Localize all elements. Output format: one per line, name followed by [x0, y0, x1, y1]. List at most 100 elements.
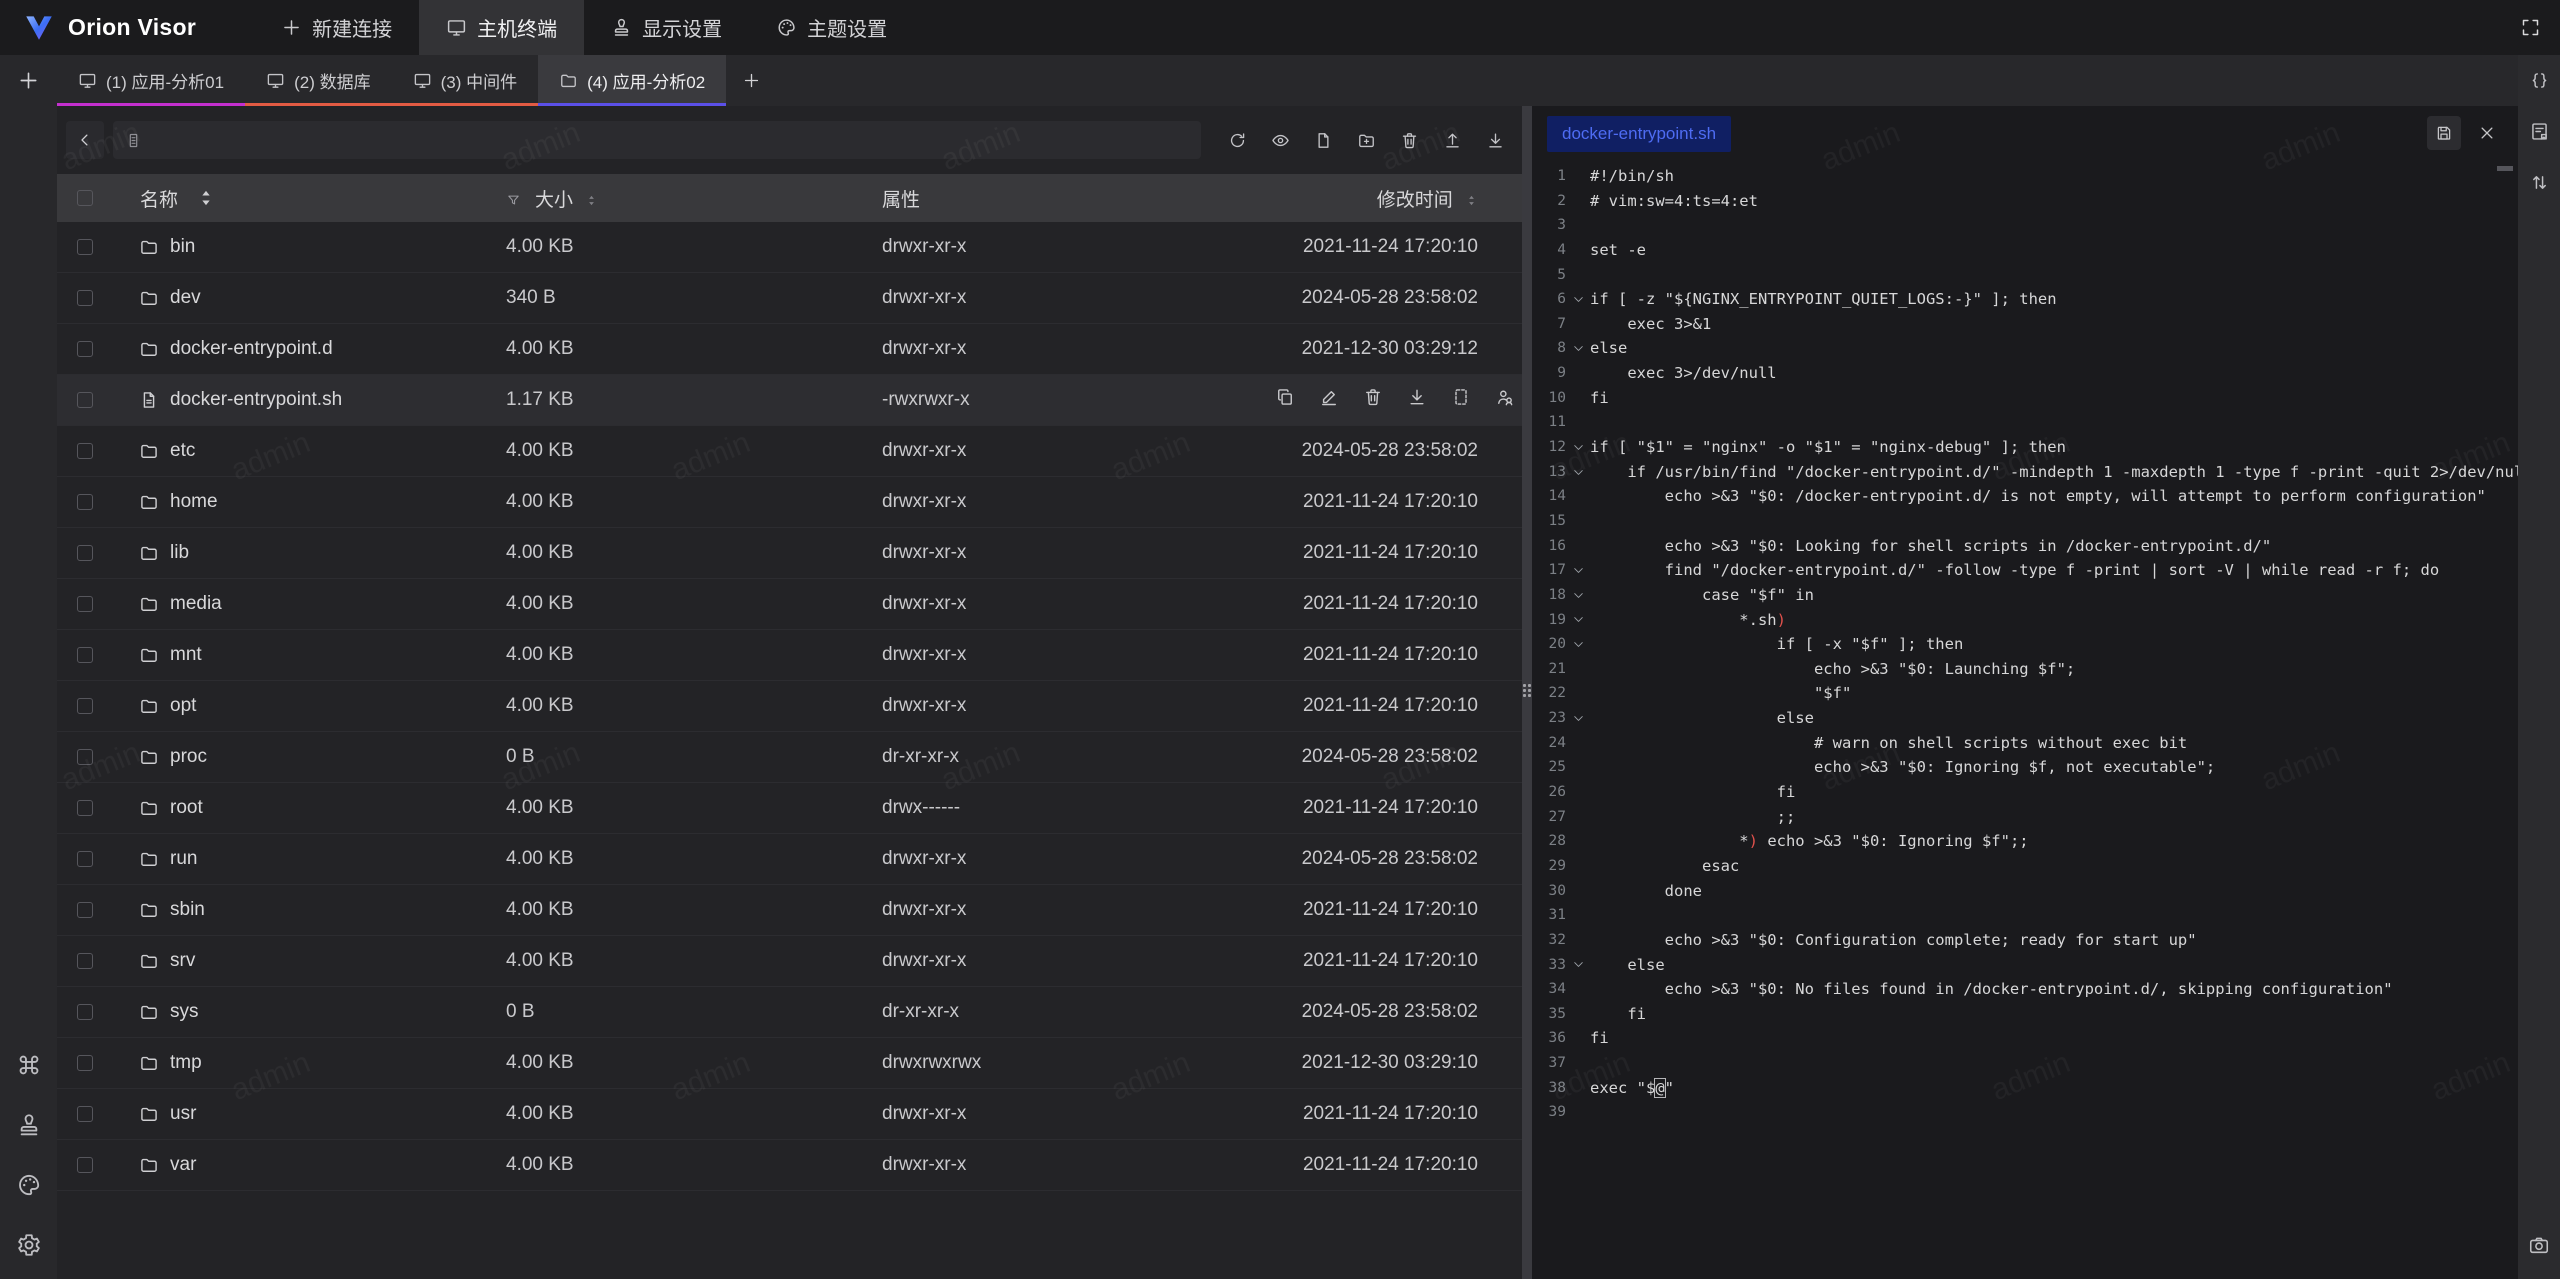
table-row[interactable]: srv4.00 KBdrwxr-xr-x2021-11-24 17:20:10	[57, 936, 1522, 987]
fold-chevron-down-icon[interactable]	[1566, 293, 1590, 306]
tab-(4) 应用-分析02[interactable]: (4) 应用-分析02	[538, 55, 726, 106]
fold-chevron-down-icon[interactable]	[1566, 589, 1590, 602]
select-all-checkbox[interactable]	[77, 190, 93, 206]
row-checkbox[interactable]	[77, 851, 93, 867]
row-checkbox[interactable]	[77, 290, 93, 306]
braces-button[interactable]	[2518, 55, 2560, 106]
file-name-cell[interactable]: proc	[113, 746, 479, 768]
new-tab-button[interactable]	[726, 55, 776, 106]
move-action-button[interactable]	[1451, 387, 1471, 413]
table-row[interactable]: proc0 Bdr-xr-xr-x2024-05-28 23:58:02	[57, 732, 1522, 783]
column-header-name[interactable]: 名称	[113, 185, 479, 212]
gear-button[interactable]	[16, 1232, 42, 1263]
table-row[interactable]: bin4.00 KBdrwxr-xr-x2021-11-24 17:20:10	[57, 222, 1522, 273]
row-checkbox[interactable]	[77, 341, 93, 357]
fold-chevron-down-icon[interactable]	[1566, 564, 1590, 577]
refresh-button[interactable]	[1218, 121, 1256, 159]
file-name-cell[interactable]: docker-entrypoint.sh	[113, 389, 479, 411]
chevron-down-icon[interactable]	[1572, 613, 1585, 626]
column-header-mtime[interactable]: 修改时间	[1275, 185, 1522, 212]
chevron-down-icon[interactable]	[1572, 342, 1585, 355]
sort-icon[interactable]	[196, 188, 216, 208]
fold-chevron-down-icon[interactable]	[1566, 712, 1590, 725]
file-name-cell[interactable]: run	[113, 848, 479, 870]
new-folder-button[interactable]	[1347, 121, 1385, 159]
row-checkbox[interactable]	[77, 443, 93, 459]
fold-chevron-down-icon[interactable]	[1566, 638, 1590, 651]
table-row[interactable]: sys0 Bdr-xr-xr-x2024-05-28 23:58:02	[57, 987, 1522, 1038]
divider-grip-handle[interactable]	[1523, 684, 1531, 697]
command-button[interactable]	[16, 1052, 42, 1083]
chevron-down-icon[interactable]	[1572, 441, 1585, 454]
back-button[interactable]	[66, 121, 104, 159]
fold-chevron-down-icon[interactable]	[1566, 958, 1590, 971]
fullscreen-button[interactable]	[2511, 0, 2549, 55]
chevron-down-icon[interactable]	[1572, 466, 1585, 479]
file-name-cell[interactable]: opt	[113, 695, 479, 717]
table-row[interactable]: mnt4.00 KBdrwxr-xr-x2021-11-24 17:20:10	[57, 630, 1522, 681]
table-row[interactable]: lib4.00 KBdrwxr-xr-x2021-11-24 17:20:10	[57, 528, 1522, 579]
doc-bookmark-button[interactable]	[2518, 106, 2560, 157]
fold-chevron-down-icon[interactable]	[1566, 466, 1590, 479]
tab-(2) 数据库[interactable]: (2) 数据库	[245, 55, 392, 106]
file-name-cell[interactable]: srv	[113, 950, 479, 972]
filter-icon[interactable]	[506, 193, 521, 208]
row-checkbox[interactable]	[77, 545, 93, 561]
download-button[interactable]	[1476, 121, 1514, 159]
fold-chevron-down-icon[interactable]	[1566, 613, 1590, 626]
file-name-cell[interactable]: var	[113, 1154, 479, 1176]
chevron-down-icon[interactable]	[1572, 589, 1585, 602]
trash-action-button[interactable]	[1363, 387, 1383, 413]
upload-button[interactable]	[1433, 121, 1471, 159]
trash-button[interactable]	[1390, 121, 1428, 159]
download-action-button[interactable]	[1407, 387, 1427, 413]
file-name-cell[interactable]: tmp	[113, 1052, 479, 1074]
table-row[interactable]: opt4.00 KBdrwxr-xr-x2021-11-24 17:20:10	[57, 681, 1522, 732]
open-file-tab[interactable]: docker-entrypoint.sh	[1547, 116, 1731, 152]
row-checkbox[interactable]	[77, 902, 93, 918]
nav-item-主机终端[interactable]: 主机终端	[419, 0, 584, 55]
file-name-cell[interactable]: sys	[113, 1001, 479, 1023]
copy-action-button[interactable]	[1275, 387, 1295, 413]
fullscreen-icon[interactable]	[2520, 17, 2541, 38]
chevron-down-icon[interactable]	[1572, 293, 1585, 306]
row-checkbox[interactable]	[77, 239, 93, 255]
sort-icon[interactable]	[585, 194, 598, 207]
row-checkbox[interactable]	[77, 392, 93, 408]
row-checkbox[interactable]	[77, 1106, 93, 1122]
fold-chevron-down-icon[interactable]	[1566, 342, 1590, 355]
file-name-cell[interactable]: media	[113, 593, 479, 615]
nav-item-显示设置[interactable]: 显示设置	[584, 0, 749, 55]
row-checkbox[interactable]	[77, 1055, 93, 1071]
plus-icon[interactable]	[17, 69, 40, 92]
stamp-button[interactable]	[16, 1112, 42, 1143]
table-row[interactable]: docker-entrypoint.d4.00 KBdrwxr-xr-x2021…	[57, 324, 1522, 375]
table-row[interactable]: media4.00 KBdrwxr-xr-x2021-11-24 17:20:1…	[57, 579, 1522, 630]
table-row[interactable]: etc4.00 KBdrwxr-xr-x2024-05-28 23:58:02	[57, 426, 1522, 477]
file-name-cell[interactable]: dev	[113, 287, 479, 309]
row-checkbox[interactable]	[77, 1157, 93, 1173]
path-input[interactable]	[150, 131, 1189, 149]
row-checkbox[interactable]	[77, 1004, 93, 1020]
table-row[interactable]: tmp4.00 KBdrwxrwxrwx2021-12-30 03:29:10	[57, 1038, 1522, 1089]
file-name-cell[interactable]: mnt	[113, 644, 479, 666]
table-row[interactable]: dev340 Bdrwxr-xr-x2024-05-28 23:58:02	[57, 273, 1522, 324]
file-name-cell[interactable]: home	[113, 491, 479, 513]
tab-(3) 中间件[interactable]: (3) 中间件	[392, 55, 539, 106]
panel-divider[interactable]	[1522, 106, 1532, 1279]
chevron-down-icon[interactable]	[1572, 564, 1585, 577]
row-checkbox[interactable]	[77, 749, 93, 765]
chevron-down-icon[interactable]	[1572, 712, 1585, 725]
edit-action-button[interactable]	[1319, 387, 1339, 413]
table-row[interactable]: docker-entrypoint.sh1.17 KB-rwxrwxr-x	[57, 375, 1522, 426]
close-button[interactable]	[2470, 116, 2504, 150]
file-name-cell[interactable]: bin	[113, 236, 479, 258]
swap-vertical-button[interactable]	[2518, 157, 2560, 208]
chevron-down-icon[interactable]	[1572, 958, 1585, 971]
row-checkbox[interactable]	[77, 698, 93, 714]
file-name-cell[interactable]: docker-entrypoint.d	[113, 338, 479, 360]
table-row[interactable]: home4.00 KBdrwxr-xr-x2021-11-24 17:20:10	[57, 477, 1522, 528]
row-checkbox[interactable]	[77, 647, 93, 663]
table-row[interactable]: usr4.00 KBdrwxr-xr-x2021-11-24 17:20:10	[57, 1089, 1522, 1140]
table-row[interactable]: var4.00 KBdrwxr-xr-x2021-11-24 17:20:10	[57, 1140, 1522, 1191]
